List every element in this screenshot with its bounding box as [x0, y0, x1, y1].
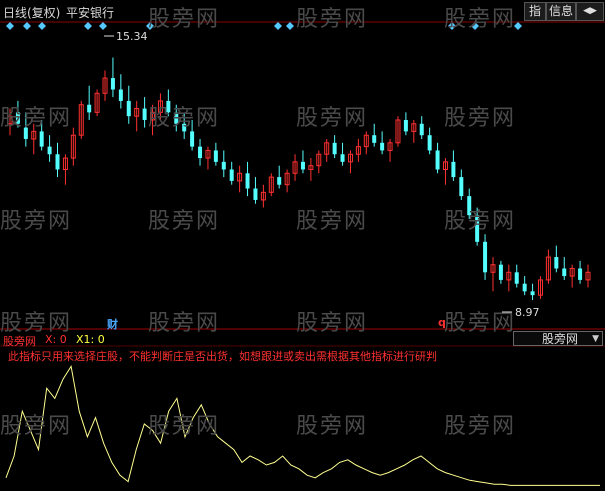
indicator-note: 此指标只用来选择庄股，不能判断庄是否出货，如想跟进或卖出需根据其他指标进行研判: [8, 350, 437, 363]
candle-body: [277, 177, 282, 185]
indicator-name: 股旁网: [3, 335, 36, 348]
x-value: X: 0: [45, 333, 67, 346]
candle-body: [55, 154, 60, 170]
low-price-label: 8.97: [515, 306, 540, 319]
candle-body: [23, 127, 28, 140]
candle-body: [554, 257, 559, 269]
indicator-line: [5, 365, 600, 486]
signal-diamond-icon: [99, 22, 107, 30]
candle-body: [118, 89, 123, 101]
candle-body: [514, 272, 519, 284]
candle-body: [578, 268, 583, 280]
candle-body: [530, 291, 535, 296]
signal-diamond-icon: [514, 22, 522, 30]
candle-body: [47, 146, 52, 155]
candle-body: [419, 123, 424, 136]
finance-event-marker[interactable]: 财: [107, 316, 118, 332]
signal-diamond-icon: [471, 22, 479, 30]
signal-diamond-icon: [23, 22, 31, 30]
signal-diamond-icon: [84, 22, 92, 30]
candle-body: [126, 100, 131, 117]
candle-body: [467, 196, 472, 216]
candle-body: [182, 123, 187, 132]
candle-body: [300, 161, 305, 170]
candle-body: [253, 188, 258, 200]
candle-body: [562, 268, 567, 277]
candle-body: [372, 135, 377, 143]
candle-body: [475, 215, 480, 242]
candle-body: [459, 177, 464, 197]
candle-body: [427, 135, 432, 151]
candle-body: [380, 142, 385, 151]
candle-body: [213, 150, 218, 162]
signal-diamond-icon: [38, 22, 46, 30]
candle-body: [332, 142, 337, 155]
indicator-selector[interactable]: 股旁网 ▼: [513, 331, 603, 346]
signal-diamond-icon: [274, 22, 282, 30]
candle-body: [245, 173, 250, 189]
candle-body: [15, 112, 20, 124]
chevron-down-icon: ▼: [592, 334, 599, 344]
chart-canvas[interactable]: [0, 0, 605, 491]
candle-body: [142, 108, 147, 120]
candle-body: [403, 119, 408, 132]
candle-body: [174, 112, 179, 124]
candle-body: [166, 100, 171, 113]
x1-value: X1: 0: [76, 333, 105, 346]
candle-body: [190, 131, 195, 147]
candle-body: [522, 283, 527, 292]
signal-diamond-icon: [286, 22, 294, 30]
candle-body: [451, 161, 456, 178]
candle-body: [435, 150, 440, 170]
indicator-header: 股旁网 X: 0 X1: 0 股旁网 ▼: [0, 331, 605, 348]
candle-body: [110, 78, 115, 90]
candle-body: [483, 241, 488, 273]
candle-body: [87, 104, 92, 113]
signal-diamond-icon: [6, 22, 14, 30]
signal-diamond-icon: [448, 22, 456, 30]
candle-body: [229, 169, 234, 181]
signal-diamond-icon: [146, 22, 154, 30]
candle-body: [221, 161, 226, 170]
event-marker[interactable]: q: [438, 316, 446, 329]
candle-body: [498, 264, 503, 280]
candle-body: [340, 154, 345, 162]
indicator-selector-value: 股旁网: [542, 332, 579, 346]
candle-body: [39, 131, 44, 147]
candle-body: [198, 146, 203, 159]
high-price-label: 15.34: [116, 30, 148, 43]
